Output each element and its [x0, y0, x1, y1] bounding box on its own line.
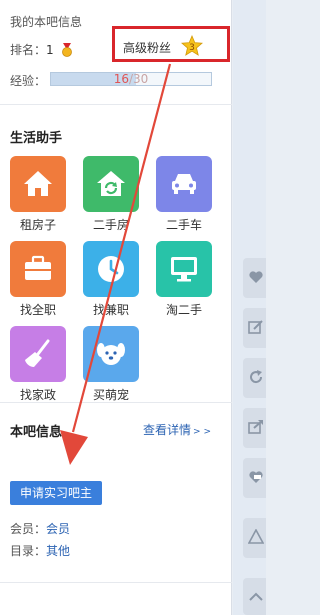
- life-helper-title: 生活助手: [10, 131, 63, 146]
- view-details-link[interactable]: 查看详情 > >: [143, 421, 211, 438]
- exp-progress-bar: 16/30: [50, 72, 212, 86]
- apply-intern-moderator-button[interactable]: 申请实习吧主: [10, 481, 102, 505]
- refresh-house-icon: [97, 171, 125, 196]
- app-rent-house[interactable]: 租房子: [10, 156, 66, 233]
- fan-level-label: 高级粉丝: [123, 41, 172, 55]
- clock-icon: [98, 256, 124, 282]
- toolbar-back-to-top-button[interactable]: [243, 578, 266, 615]
- exp-text: 16/30: [51, 72, 211, 86]
- fan-level-highlight[interactable]: 高级粉丝 3: [112, 26, 230, 62]
- divider: [0, 582, 232, 583]
- toolbar-edit-button[interactable]: [243, 308, 266, 348]
- message-heart-icon: [249, 471, 263, 483]
- medal-icon: [62, 43, 73, 57]
- divider: [0, 402, 232, 403]
- app-tile: [10, 241, 66, 297]
- my-bar-info-title: 我的本吧信息: [10, 15, 83, 29]
- house-icon: [24, 171, 52, 196]
- app-housekeeping[interactable]: 找家政: [10, 326, 66, 403]
- rank-row: 排名：1: [10, 41, 74, 58]
- view-details-text: 查看详情: [143, 423, 192, 437]
- app-tile: [156, 241, 212, 297]
- share-icon: [248, 420, 263, 434]
- more-chevrons: > >: [193, 427, 211, 437]
- catalog-value[interactable]: 其他: [46, 544, 70, 558]
- toolbar-refresh-button[interactable]: [243, 358, 266, 398]
- app-part-time-job[interactable]: 找兼职: [83, 241, 139, 318]
- member-row: 会员：会员: [10, 520, 70, 537]
- rank-value: 1: [46, 43, 54, 57]
- app-tile: [83, 326, 139, 382]
- app-label: 找全职: [19, 303, 56, 317]
- app-label: 淘二手: [165, 303, 202, 317]
- catalog-row: 目录：其他: [10, 542, 70, 559]
- app-second-hand-goods[interactable]: 淘二手: [156, 241, 212, 318]
- app-label: 找家政: [19, 388, 56, 402]
- toolbar-report-button[interactable]: [243, 518, 266, 558]
- monitor-icon: [171, 257, 197, 282]
- heart-icon: [249, 271, 263, 283]
- app-tile: [83, 156, 139, 212]
- toolbar-share-button[interactable]: [243, 408, 266, 448]
- app-used-car[interactable]: 二手车: [156, 156, 212, 233]
- rank-label: 排名：: [10, 43, 47, 57]
- app-full-time-job[interactable]: 找全职: [10, 241, 66, 318]
- exp-current: 16: [113, 72, 129, 86]
- app-tile: [10, 326, 66, 382]
- catalog-label: 目录：: [10, 544, 47, 558]
- app-tile: [10, 156, 66, 212]
- sidebar-panel: 我的本吧信息 排名：1 高级粉丝 3 经验： 16/30 生活助手 租房子 二手…: [0, 0, 232, 615]
- star-badge-icon: 3: [181, 35, 203, 56]
- dog-icon: [97, 343, 125, 365]
- app-label: 二手车: [165, 218, 202, 232]
- exp-label: 经验：: [10, 74, 47, 88]
- app-label: 租房子: [19, 218, 56, 232]
- bar-info-title: 本吧信息: [10, 425, 63, 440]
- toolbar-heart-button[interactable]: [243, 258, 266, 298]
- refresh-icon: [250, 370, 263, 384]
- member-label: 会员：: [10, 522, 47, 536]
- edit-icon: [248, 320, 263, 334]
- car-icon: [172, 174, 196, 194]
- app-second-hand-house[interactable]: 二手房: [83, 156, 139, 233]
- chevron-up-icon: [249, 592, 263, 601]
- fan-level-number: 3: [189, 43, 195, 53]
- toolbar-message-button[interactable]: [243, 458, 266, 498]
- warning-icon: [248, 529, 264, 544]
- app-label: 找兼职: [92, 303, 129, 317]
- broom-icon: [25, 339, 50, 367]
- app-buy-pet[interactable]: 买萌宠: [83, 326, 139, 403]
- app-label: 买萌宠: [92, 388, 129, 402]
- briefcase-icon: [25, 255, 51, 280]
- divider: [0, 104, 232, 105]
- member-value[interactable]: 会员: [46, 522, 70, 536]
- app-label: 二手房: [92, 218, 129, 232]
- app-tile: [156, 156, 212, 212]
- app-tile: [83, 241, 139, 297]
- exp-max: 30: [133, 72, 149, 86]
